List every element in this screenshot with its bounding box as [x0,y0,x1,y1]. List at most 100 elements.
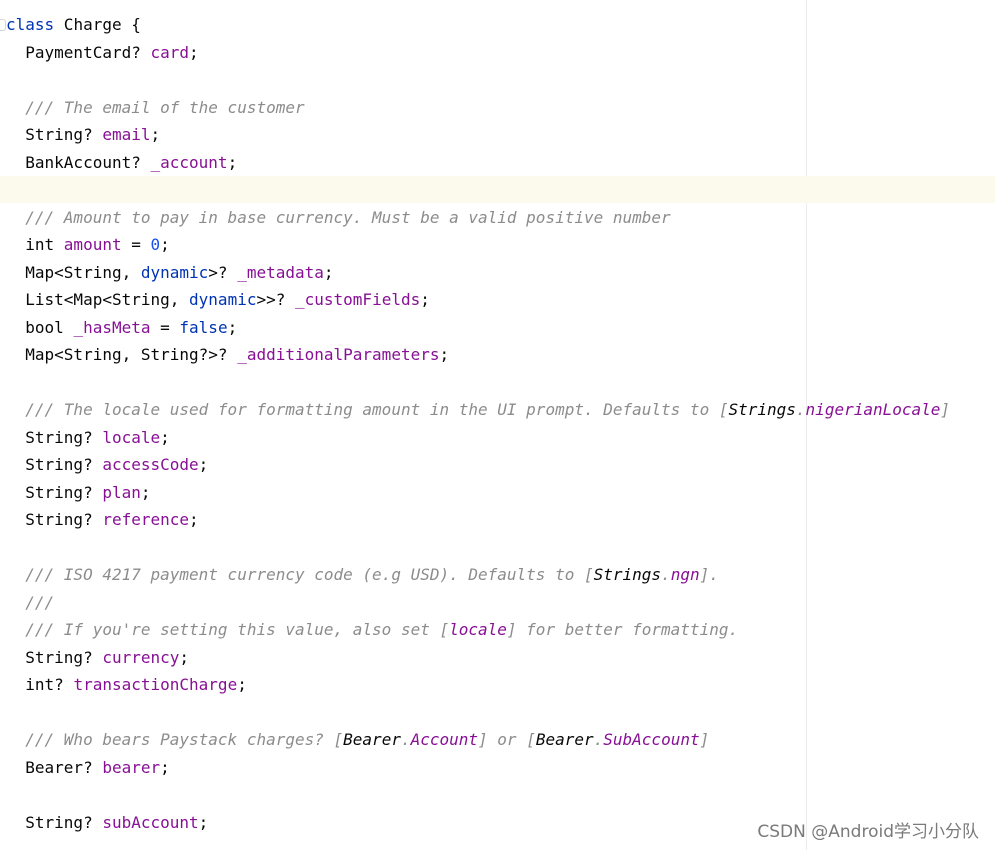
code-token: dynamic [140,262,209,282]
code-token: /// If you're setting this value, also s… [6,620,450,639]
code-token: Map<String, String?>? [6,345,238,364]
code-line[interactable]: int? transactionCharge; [6,671,950,699]
code-line[interactable]: /// The locale used for formatting amoun… [6,396,950,424]
code-line[interactable]: /// [6,589,950,617]
code-token: _hasMeta [73,317,151,337]
code-editor[interactable]: class Charge { PaymentCard? card; /// Th… [0,0,995,850]
code-token: ; [420,290,430,309]
code-line[interactable]: int amount = 0; [6,231,950,259]
code-token: ] or [ [478,730,536,749]
code-line[interactable] [6,66,950,94]
code-line[interactable]: /// Who bears Paystack charges? [Bearer.… [6,726,950,754]
code-token: . [593,730,604,749]
code-line[interactable] [6,699,950,727]
code-token: subAccount [102,812,199,832]
code-token: Map<String, [6,262,141,282]
code-token: ; [160,757,170,777]
code-line[interactable]: Bearer? bearer; [6,754,950,782]
code-token: locale [449,620,507,639]
code-token: . [661,565,671,584]
code-line[interactable]: List<Map<String, dynamic>>? _customField… [6,286,950,314]
code-token: nigerianLocale [805,400,941,419]
code-token: dynamic [189,290,257,309]
code-token: . [400,730,411,749]
code-token: bearer [102,757,161,777]
code-token: bool [6,317,74,337]
code-token: String? [6,455,103,474]
code-token: Bearer [343,730,401,749]
code-token: String? [6,427,103,447]
code-token: Charge { [54,15,141,34]
code-token: >? [208,262,238,282]
code-token: ; [140,482,151,502]
code-line[interactable]: class Charge { [6,11,950,39]
code-token: card [150,42,190,62]
code-token: ] [940,400,951,419]
code-token: ; [198,455,209,474]
code-token: _account [150,152,228,172]
code-line[interactable] [6,781,950,809]
code-token: ; [160,235,170,254]
code-token: /// [6,592,55,612]
code-token: amount [63,235,122,254]
code-line[interactable] [6,369,950,397]
code-token: ; [323,262,334,282]
code-token: Strings [728,400,796,419]
code-token: ]. [699,565,719,584]
code-token: /// The email of the customer [6,97,305,117]
code-token: . [795,400,806,419]
code-token: reference [102,510,190,529]
code-area[interactable]: class Charge { PaymentCard? card; /// Th… [6,11,950,836]
code-line[interactable]: Map<String, dynamic>? _metadata; [6,259,950,287]
code-token: ; [189,510,199,529]
code-token: /// ISO 4217 payment currency code (e.g … [6,565,594,584]
code-token: /// The locale used for formatting amoun… [6,400,729,419]
code-token: class [6,15,55,34]
code-token: ; [198,812,209,832]
code-token: transactionCharge [73,675,238,694]
code-token: /// Who bears Paystack charges? [ [6,730,344,749]
code-token: ; [179,647,190,667]
code-token: ] [699,730,710,749]
code-line[interactable]: /// Amount to pay in base currency. Must… [6,204,950,232]
code-token: = [121,235,151,254]
code-token: int [6,235,64,254]
code-token: PaymentCard? [6,42,151,62]
code-token: String? [6,647,103,667]
code-token: Bearer? [6,757,103,777]
code-line[interactable]: /// The email of the customer [6,94,950,122]
code-token: String? [6,125,103,144]
code-line[interactable] [6,534,950,562]
code-line[interactable]: BankAccount? _account; [6,149,950,177]
code-token: Strings [593,565,662,584]
code-token: false [179,317,228,337]
code-line[interactable]: String? locale; [6,424,950,452]
code-token: 0 [150,235,161,254]
code-token: ; [227,152,238,172]
code-token: Bearer [535,730,594,749]
code-token: List<Map<String, [6,290,190,309]
code-line[interactable]: Map<String, String?>? _additionalParamet… [6,341,950,369]
code-line[interactable]: String? accessCode; [6,451,950,479]
code-token: ] for better formatting. [506,620,739,639]
code-line[interactable]: /// ISO 4217 payment currency code (e.g … [6,561,950,589]
code-line[interactable] [6,176,950,204]
code-line[interactable]: PaymentCard? card; [6,39,950,67]
code-token: _additionalParameters [237,345,440,364]
code-token: _customFields [295,290,421,309]
code-line[interactable]: String? plan; [6,479,950,507]
code-line[interactable]: String? email; [6,121,950,149]
watermark: CSDN @Android学习小分队 [757,822,979,842]
code-line[interactable]: String? currency; [6,644,950,672]
code-token: ; [227,317,238,337]
code-token: accessCode [102,455,199,474]
code-token: = [150,317,180,337]
code-token: String? [6,510,103,529]
code-line[interactable]: String? reference; [6,506,950,534]
code-line[interactable]: /// If you're setting this value, also s… [6,616,950,644]
code-line[interactable]: bool _hasMeta = false; [6,314,950,342]
code-token: ; [237,675,247,694]
code-token: /// Amount to pay in base currency. Must… [6,207,671,227]
code-token: ; [189,42,199,62]
code-token: BankAccount? [6,152,151,172]
